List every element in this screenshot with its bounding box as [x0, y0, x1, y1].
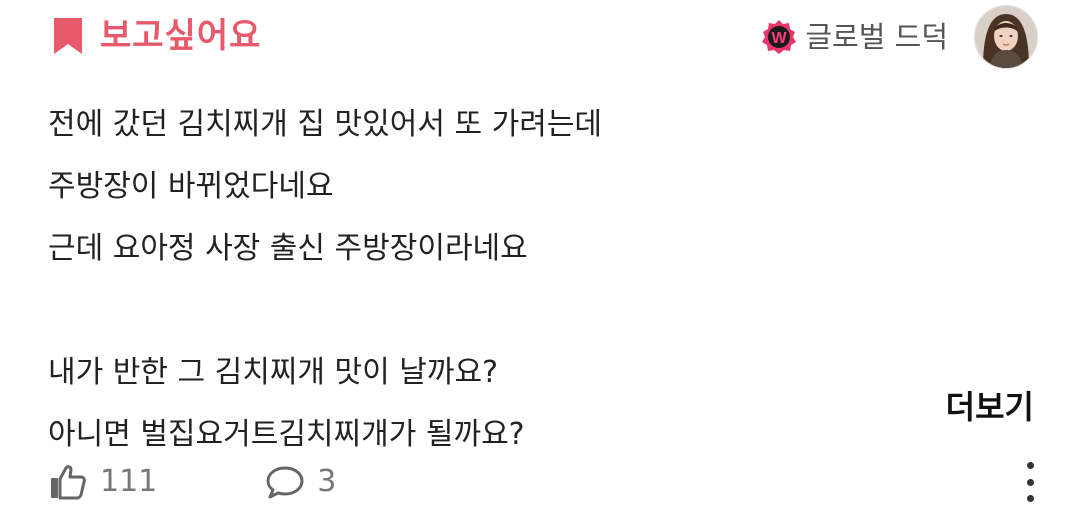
author-info[interactable]: W 글로벌 드덕 — [761, 5, 1038, 69]
comment-button[interactable]: 3 — [265, 460, 336, 504]
category-tag[interactable]: 보고싶어요 — [54, 16, 261, 56]
comment-count: 3 — [317, 464, 337, 499]
post-line-blank — [48, 280, 928, 342]
speech-bubble-icon — [266, 466, 304, 499]
more-vertical-icon — [1026, 478, 1034, 486]
post-header: 보고싶어요 W 글로벌 드덕 — [0, 0, 1080, 76]
more-vertical-icon — [1026, 495, 1034, 502]
post-line: 내가 반한 그 김치찌개 맛이 날까요? — [48, 355, 499, 390]
thumbs-up-icon — [51, 465, 86, 500]
like-button[interactable]: 111 — [48, 460, 157, 504]
bookmark-icon — [54, 18, 82, 54]
avatar[interactable] — [974, 5, 1038, 69]
post-line: 아니면 벌집요거트김치찌개가 될까요? — [48, 417, 525, 452]
post-actions: 111 3 — [48, 460, 336, 504]
category-label: 보고싶어요 — [100, 16, 262, 56]
like-count: 111 — [100, 464, 158, 499]
more-menu-button[interactable] — [1020, 462, 1040, 502]
post-line: 전에 갔던 김치찌개 집 맛있어서 또 가려는데 — [48, 107, 603, 142]
w-badge-icon: W — [762, 20, 797, 54]
badge-letter: W — [772, 30, 788, 47]
post-line: 근데 요아정 사장 출신 주방장이라네요 — [48, 231, 528, 266]
read-more-button[interactable]: 더보기 — [946, 382, 1034, 432]
post-body: 전에 갔던 김치찌개 집 맛있어서 또 가려는데 주방장이 바뀌었다네요 근데 … — [48, 94, 928, 466]
more-vertical-icon — [1026, 462, 1034, 469]
author-nickname: 글로벌 드덕 — [805, 20, 948, 54]
post-line: 주방장이 바뀌었다네요 — [48, 169, 334, 204]
